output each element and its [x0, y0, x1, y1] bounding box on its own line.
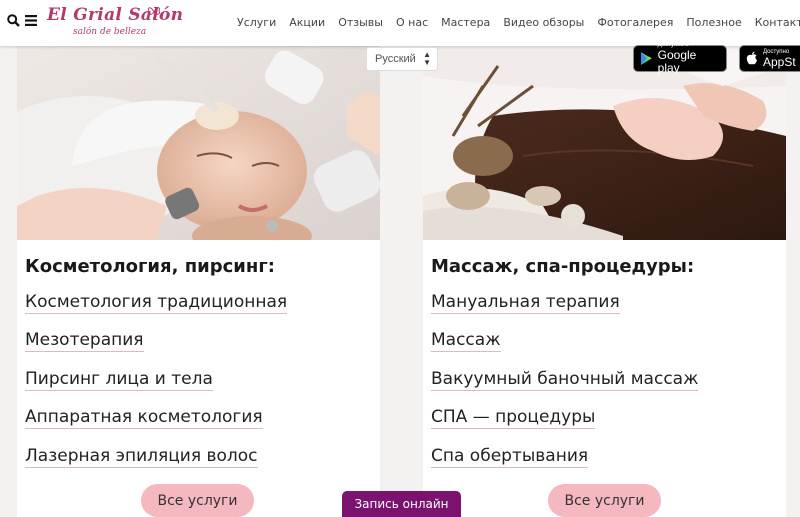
language-select[interactable]: Русский ▲ ▼ — [366, 47, 438, 71]
service-link[interactable]: Мезотерапия — [25, 330, 144, 352]
all-services-button[interactable]: Все услуги — [548, 484, 661, 517]
search-icon[interactable] — [7, 14, 20, 27]
nav-item-video-reviews[interactable]: Видео обзоры — [503, 16, 584, 29]
card-title: Косметология, пирсинг: — [25, 256, 275, 277]
logo-text: El Grial Salón — [47, 5, 184, 25]
service-card-massage: Массаж, спа-процедуры: Мануальная терапи… — [423, 46, 786, 517]
online-booking-button[interactable]: Запись онлайн — [342, 491, 461, 517]
card-title: Массаж, спа-процедуры: — [431, 256, 695, 277]
menu-icon[interactable] — [25, 15, 37, 26]
nav-item-services[interactable]: Услуги — [237, 16, 276, 29]
app-store-big-text: AppSt — [763, 54, 796, 69]
service-link[interactable]: Спа обертывания — [431, 446, 589, 468]
language-select-value: Русский — [375, 53, 416, 65]
header-icons — [7, 14, 37, 27]
massage-photo — [423, 46, 786, 240]
google-play-badge[interactable]: Доступно в Google play — [633, 42, 727, 75]
service-link[interactable]: Пирсинг лица и тела — [25, 369, 213, 391]
google-play-big-text: Google play — [657, 48, 697, 75]
header: El Grial Salón salón de belleza Услуги А… — [0, 0, 800, 46]
service-link[interactable]: Мануальная терапия — [431, 292, 620, 314]
nav-item-reviews[interactable]: Отзывы — [338, 16, 383, 29]
app-store-badge[interactable]: Доступно AppSt — [739, 45, 800, 72]
all-services-button[interactable]: Все услуги — [141, 484, 254, 517]
main-nav: Услуги Акции Отзывы О нас Мастера Видео … — [237, 16, 800, 29]
nav-item-about[interactable]: О нас — [396, 16, 428, 29]
apple-icon — [746, 51, 757, 65]
butterfly-icon — [148, 7, 160, 15]
nav-item-masters[interactable]: Мастера — [441, 16, 490, 29]
nav-item-photo-gallery[interactable]: Фотогалерея — [597, 16, 673, 29]
service-link[interactable]: Аппаратная косметология — [25, 407, 263, 429]
logo-subtitle: salón de belleza — [73, 27, 147, 37]
service-link[interactable]: Вакуумный баночный массаж — [431, 369, 699, 391]
logo[interactable]: El Grial Salón salón de belleza — [47, 5, 184, 37]
select-arrows-icon: ▲ ▼ — [423, 50, 431, 67]
nav-item-useful[interactable]: Полезное — [686, 16, 741, 29]
service-card-cosmetology: Косметология, пирсинг: Косметология трад… — [17, 46, 380, 517]
service-link[interactable]: СПА — процедуры — [431, 407, 596, 429]
cosmetology-photo — [17, 46, 380, 240]
service-link[interactable]: Косметология традиционная — [25, 292, 288, 314]
nav-item-contacts[interactable]: Контакты — [755, 16, 800, 29]
service-link[interactable]: Лазерная эпиляция волос — [25, 446, 258, 468]
nav-item-promotions[interactable]: Акции — [289, 16, 325, 29]
google-play-icon — [640, 52, 652, 65]
service-link[interactable]: Массаж — [431, 330, 501, 352]
